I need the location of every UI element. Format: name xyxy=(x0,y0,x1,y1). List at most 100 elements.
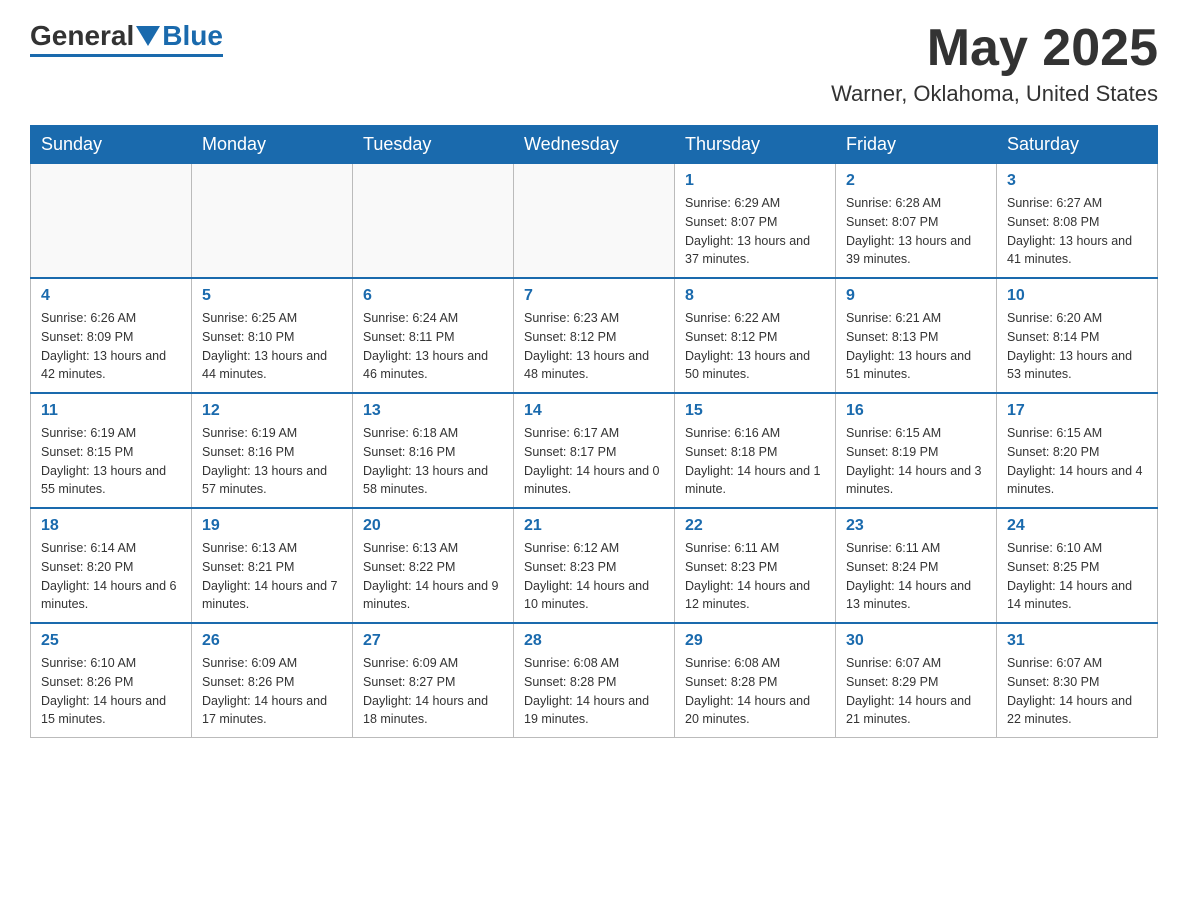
day-info: Sunrise: 6:11 AMSunset: 8:24 PMDaylight:… xyxy=(846,539,986,614)
calendar-cell: 29Sunrise: 6:08 AMSunset: 8:28 PMDayligh… xyxy=(675,623,836,738)
day-info: Sunrise: 6:26 AMSunset: 8:09 PMDaylight:… xyxy=(41,309,181,384)
calendar-cell: 2 Sunrise: 6:28 AMSunset: 8:07 PMDaylight… xyxy=(836,164,997,279)
day-info: Sunrise: 6:10 AMSunset: 8:26 PMDaylight:… xyxy=(41,654,181,729)
calendar-week-row: 25 Sunrise: 6:10 AMSunset: 8:26 PMDayligh… xyxy=(31,623,1158,738)
day-number: 13 xyxy=(363,402,503,420)
calendar-cell: 30Sunrise: 6:07 AMSunset: 8:29 PMDayligh… xyxy=(836,623,997,738)
day-number: 17 xyxy=(1007,402,1147,420)
calendar-cell: 26 Sunrise: 6:09 AMSunset: 8:26 PMDayligh… xyxy=(192,623,353,738)
calendar-cell: 5Sunrise: 6:25 AMSunset: 8:10 PMDaylight… xyxy=(192,278,353,393)
calendar-cell: 27 Sunrise: 6:09 AMSunset: 8:27 PMDayligh… xyxy=(353,623,514,738)
calendar-cell: 25 Sunrise: 6:10 AMSunset: 8:26 PMDayligh… xyxy=(31,623,192,738)
day-number: 26 xyxy=(202,632,342,650)
calendar-cell: 9 Sunrise: 6:21 AMSunset: 8:13 PMDaylight… xyxy=(836,278,997,393)
day-number: 10 xyxy=(1007,287,1147,305)
day-info: Sunrise: 6:19 AMSunset: 8:15 PMDaylight:… xyxy=(41,424,181,499)
day-number: 23 xyxy=(846,517,986,535)
day-number: 2 xyxy=(846,172,986,190)
day-info: Sunrise: 6:15 AMSunset: 8:19 PMDaylight:… xyxy=(846,424,986,499)
day-number: 19 xyxy=(202,517,342,535)
logo: General Blue xyxy=(30,20,223,57)
day-info: Sunrise: 6:10 AMSunset: 8:25 PMDaylight:… xyxy=(1007,539,1147,614)
calendar-header-row: SundayMondayTuesdayWednesdayThursdayFrid… xyxy=(31,126,1158,164)
day-number: 18 xyxy=(41,517,181,535)
weekday-header-monday: Monday xyxy=(192,126,353,164)
calendar-cell: 10 Sunrise: 6:20 AMSunset: 8:14 PMDayligh… xyxy=(997,278,1158,393)
calendar-cell: 21 Sunrise: 6:12 AMSunset: 8:23 PMDayligh… xyxy=(514,508,675,623)
calendar-cell: 28Sunrise: 6:08 AMSunset: 8:28 PMDayligh… xyxy=(514,623,675,738)
calendar-cell: 18Sunrise: 6:14 AMSunset: 8:20 PMDayligh… xyxy=(31,508,192,623)
calendar-table: SundayMondayTuesdayWednesdayThursdayFrid… xyxy=(30,125,1158,738)
weekday-header-sunday: Sunday xyxy=(31,126,192,164)
calendar-cell: 11 Sunrise: 6:19 AMSunset: 8:15 PMDayligh… xyxy=(31,393,192,508)
calendar-cell: 19Sunrise: 6:13 AMSunset: 8:21 PMDayligh… xyxy=(192,508,353,623)
weekday-header-thursday: Thursday xyxy=(675,126,836,164)
calendar-week-row: 1Sunrise: 6:29 AMSunset: 8:07 PMDaylight… xyxy=(31,164,1158,279)
day-info: Sunrise: 6:17 AMSunset: 8:17 PMDaylight:… xyxy=(524,424,664,499)
day-info: Sunrise: 6:27 AMSunset: 8:08 PMDaylight:… xyxy=(1007,194,1147,269)
calendar-cell: 4 Sunrise: 6:26 AMSunset: 8:09 PMDaylight… xyxy=(31,278,192,393)
day-info: Sunrise: 6:07 AMSunset: 8:30 PMDaylight:… xyxy=(1007,654,1147,729)
day-number: 8 xyxy=(685,287,825,305)
day-number: 15 xyxy=(685,402,825,420)
day-number: 29 xyxy=(685,632,825,650)
calendar-cell xyxy=(192,164,353,279)
day-number: 5 xyxy=(202,287,342,305)
logo-triangle-icon xyxy=(136,26,160,46)
day-info: Sunrise: 6:09 AMSunset: 8:26 PMDaylight:… xyxy=(202,654,342,729)
calendar-cell: 1Sunrise: 6:29 AMSunset: 8:07 PMDaylight… xyxy=(675,164,836,279)
calendar-cell: 22 Sunrise: 6:11 AMSunset: 8:23 PMDayligh… xyxy=(675,508,836,623)
day-info: Sunrise: 6:18 AMSunset: 8:16 PMDaylight:… xyxy=(363,424,503,499)
location-subtitle: Warner, Oklahoma, United States xyxy=(831,81,1158,107)
month-year-title: May 2025 xyxy=(831,20,1158,77)
page-header: General Blue May 2025 Warner, Oklahoma, … xyxy=(30,20,1158,107)
day-number: 25 xyxy=(41,632,181,650)
day-number: 21 xyxy=(524,517,664,535)
calendar-cell: 15 Sunrise: 6:16 AMSunset: 8:18 PMDayligh… xyxy=(675,393,836,508)
calendar-cell xyxy=(31,164,192,279)
day-info: Sunrise: 6:20 AMSunset: 8:14 PMDaylight:… xyxy=(1007,309,1147,384)
calendar-cell xyxy=(514,164,675,279)
calendar-cell xyxy=(353,164,514,279)
weekday-header-saturday: Saturday xyxy=(997,126,1158,164)
day-number: 27 xyxy=(363,632,503,650)
day-number: 14 xyxy=(524,402,664,420)
day-info: Sunrise: 6:21 AMSunset: 8:13 PMDaylight:… xyxy=(846,309,986,384)
day-info: Sunrise: 6:13 AMSunset: 8:22 PMDaylight:… xyxy=(363,539,503,614)
day-info: Sunrise: 6:12 AMSunset: 8:23 PMDaylight:… xyxy=(524,539,664,614)
calendar-week-row: 11 Sunrise: 6:19 AMSunset: 8:15 PMDayligh… xyxy=(31,393,1158,508)
calendar-cell: 24 Sunrise: 6:10 AMSunset: 8:25 PMDayligh… xyxy=(997,508,1158,623)
weekday-header-wednesday: Wednesday xyxy=(514,126,675,164)
title-section: May 2025 Warner, Oklahoma, United States xyxy=(831,20,1158,107)
day-info: Sunrise: 6:08 AMSunset: 8:28 PMDaylight:… xyxy=(524,654,664,729)
calendar-cell: 12Sunrise: 6:19 AMSunset: 8:16 PMDayligh… xyxy=(192,393,353,508)
day-number: 4 xyxy=(41,287,181,305)
day-number: 11 xyxy=(41,402,181,420)
weekday-header-friday: Friday xyxy=(836,126,997,164)
day-info: Sunrise: 6:24 AMSunset: 8:11 PMDaylight:… xyxy=(363,309,503,384)
day-number: 22 xyxy=(685,517,825,535)
day-info: Sunrise: 6:11 AMSunset: 8:23 PMDaylight:… xyxy=(685,539,825,614)
calendar-cell: 3 Sunrise: 6:27 AMSunset: 8:08 PMDaylight… xyxy=(997,164,1158,279)
day-number: 24 xyxy=(1007,517,1147,535)
day-number: 3 xyxy=(1007,172,1147,190)
calendar-cell: 6Sunrise: 6:24 AMSunset: 8:11 PMDaylight… xyxy=(353,278,514,393)
day-info: Sunrise: 6:22 AMSunset: 8:12 PMDaylight:… xyxy=(685,309,825,384)
calendar-cell: 17 Sunrise: 6:15 AMSunset: 8:20 PMDayligh… xyxy=(997,393,1158,508)
day-info: Sunrise: 6:15 AMSunset: 8:20 PMDaylight:… xyxy=(1007,424,1147,499)
calendar-cell: 31 Sunrise: 6:07 AMSunset: 8:30 PMDayligh… xyxy=(997,623,1158,738)
day-number: 31 xyxy=(1007,632,1147,650)
day-info: Sunrise: 6:16 AMSunset: 8:18 PMDaylight:… xyxy=(685,424,825,499)
day-info: Sunrise: 6:09 AMSunset: 8:27 PMDaylight:… xyxy=(363,654,503,729)
calendar-cell: 14 Sunrise: 6:17 AMSunset: 8:17 PMDayligh… xyxy=(514,393,675,508)
logo-general-text: General xyxy=(30,20,134,52)
day-number: 20 xyxy=(363,517,503,535)
calendar-cell: 20 Sunrise: 6:13 AMSunset: 8:22 PMDayligh… xyxy=(353,508,514,623)
calendar-week-row: 18Sunrise: 6:14 AMSunset: 8:20 PMDayligh… xyxy=(31,508,1158,623)
day-info: Sunrise: 6:23 AMSunset: 8:12 PMDaylight:… xyxy=(524,309,664,384)
calendar-cell: 8 Sunrise: 6:22 AMSunset: 8:12 PMDaylight… xyxy=(675,278,836,393)
day-info: Sunrise: 6:28 AMSunset: 8:07 PMDaylight:… xyxy=(846,194,986,269)
day-number: 9 xyxy=(846,287,986,305)
day-number: 1 xyxy=(685,172,825,190)
weekday-header-tuesday: Tuesday xyxy=(353,126,514,164)
